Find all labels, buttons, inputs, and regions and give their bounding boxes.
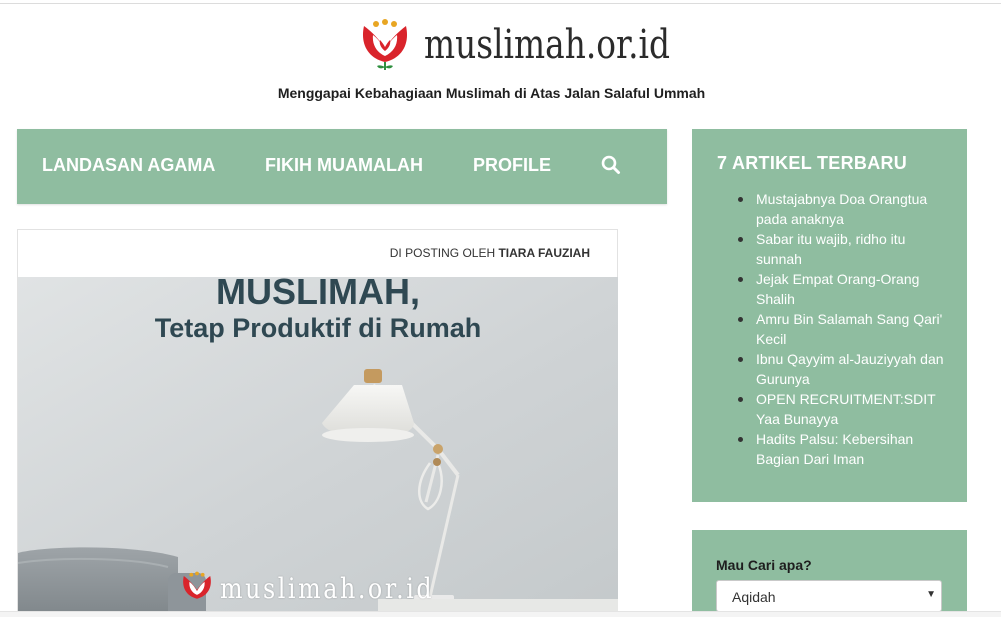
post-meta-prefix: DI POSTING OLEH [389, 246, 499, 260]
nav-item-fikih-muamalah[interactable]: FIKIH MUAMALAH [265, 155, 423, 176]
recent-articles-widget: 7 ARTIKEL TERBARU Mustajabnya Doa Orangt… [692, 129, 967, 502]
recent-article-link[interactable]: Ibnu Qayyim al-Jauziyyah dan Gurunya [738, 349, 946, 389]
image-title: MUSLIMAH, [216, 277, 420, 312]
category-search-widget: Mau Cari apa? Aqidah ▼ [692, 530, 967, 617]
recent-article-link[interactable]: Sabar itu wajib, ridho itu sunnah [738, 229, 946, 269]
nav-item-profile[interactable]: PROFILE [473, 155, 551, 176]
recent-articles-title: 7 ARTIKEL TERBARU [717, 153, 908, 173]
category-selected-value: Aqidah [732, 589, 776, 605]
site-tagline: Menggapai Kebahagiaan Muslimah di Atas J… [277, 85, 706, 101]
recent-article-link[interactable]: Amru Bin Salamah Sang Qari' Kecil [738, 309, 946, 349]
main-navigation: LANDASAN AGAMA FIKIH MUAMALAH PROFILE [17, 129, 667, 204]
recent-article-link[interactable]: Hadits Palsu: Kebersihan Bagian Dari Ima… [738, 429, 946, 469]
post-meta: DI POSTING OLEH TIARA FAUZIAH [390, 246, 590, 260]
logo-flower-icon [362, 19, 408, 70]
watermark-text: muslimah.or.id [220, 571, 435, 605]
post-featured-image[interactable]: MUSLIMAH, Tetap Produktif di Rumah musli… [18, 277, 618, 617]
recent-article-link[interactable]: Jejak Empat Orang-Orang Shalih [738, 269, 946, 309]
nav-item-landasan-agama[interactable]: LANDASAN AGAMA [42, 155, 215, 176]
watermark-logo-icon [183, 571, 211, 599]
site-logo[interactable]: muslimah.or.id [358, 16, 670, 74]
image-subtitle: Tetap Produktif di Rumah [154, 313, 482, 343]
category-select[interactable]: Aqidah ▼ [716, 580, 942, 612]
search-icon[interactable] [599, 153, 623, 177]
recent-article-link[interactable]: OPEN RECRUITMENT:SDIT Yaa Bunayya [738, 389, 946, 429]
recent-article-link[interactable]: Mustajabnya Doa Orangtua pada anaknya [738, 189, 946, 229]
chevron-down-icon: ▼ [926, 589, 936, 600]
category-label: Mau Cari apa? [716, 557, 812, 573]
post-card: DI POSTING OLEH TIARA FAUZIAH MUSLIMAH, … [17, 229, 618, 617]
top-divider [0, 3, 1001, 4]
bottom-divider [0, 611, 1001, 617]
image-watermark: muslimah.or.id [180, 571, 472, 605]
post-author-link[interactable]: TIARA FAUZIAH [498, 246, 590, 260]
logo-text: muslimah.or.id [424, 22, 670, 68]
recent-articles-list: Mustajabnya Doa Orangtua pada anaknya Sa… [738, 189, 946, 469]
